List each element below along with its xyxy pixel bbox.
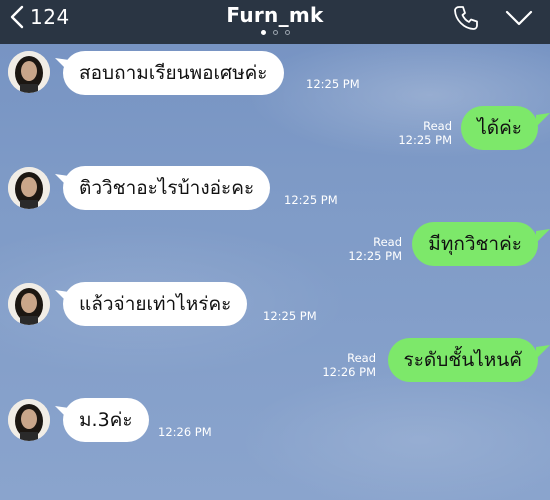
message-meta: Read 12:25 PM [398, 119, 452, 147]
message-time: 12:25 PM [263, 309, 317, 323]
chevron-down-icon[interactable] [505, 8, 533, 28]
message-time: 12:25 PM [284, 193, 338, 207]
message-time: 12:26 PM [158, 425, 212, 439]
message-time: 12:25 PM [306, 77, 360, 91]
message-meta: Read 12:26 PM [322, 351, 376, 379]
avatar[interactable] [8, 399, 50, 441]
message-row: ติววิชาอะไรบ้างอ่ะคะ 12:25 PM [0, 166, 550, 212]
message-row: Read 12:25 PM ได้ค่ะ [0, 106, 550, 152]
message-row: ม.3ค่ะ 12:26 PM [0, 398, 550, 444]
avatar-photo [8, 283, 50, 325]
message-bubble[interactable]: ม.3ค่ะ [63, 398, 149, 442]
bubble-tail [536, 113, 550, 127]
avatar[interactable] [8, 167, 50, 209]
bubble-tail [536, 345, 550, 359]
message-row: Read 12:25 PM มีทุกวิชาค่ะ [0, 222, 550, 268]
phone-icon[interactable] [452, 4, 480, 32]
chat-header: 124 Furn_mk [0, 0, 550, 44]
avatar-photo [8, 399, 50, 441]
message-meta: Read 12:25 PM [348, 235, 402, 263]
message-time: 12:25 PM [398, 133, 452, 147]
page-dot [260, 30, 266, 35]
message-bubble[interactable]: ระดับชั้นไหนคั [387, 338, 538, 382]
page-dot [284, 30, 290, 35]
avatar[interactable] [8, 51, 50, 93]
message-bubble[interactable]: แล้วจ่ายเท่าไหร่คะ [63, 282, 248, 326]
read-status: Read [347, 351, 376, 365]
message-row: สอบถามเรียนพอเศษค่ะ 12:25 PM [0, 50, 550, 96]
message-row: แล้วจ่ายเท่าไหร่คะ 12:25 PM [0, 282, 550, 328]
message-bubble[interactable]: ติววิชาอะไรบ้างอ่ะคะ [63, 166, 271, 210]
avatar-photo [8, 167, 50, 209]
read-status: Read [423, 119, 452, 133]
message-bubble[interactable]: สอบถามเรียนพอเศษค่ะ [63, 51, 284, 95]
avatar[interactable] [8, 283, 50, 325]
avatar-photo [8, 51, 50, 93]
bubble-tail [536, 229, 550, 243]
read-status: Read [373, 235, 402, 249]
message-time: 12:25 PM [348, 249, 402, 263]
page-dot [272, 30, 278, 35]
message-row: Read 12:26 PM ระดับชั้นไหนคั [0, 338, 550, 384]
message-time: 12:26 PM [322, 365, 376, 379]
message-bubble[interactable]: มีทุกวิชาค่ะ [412, 222, 538, 266]
message-bubble[interactable]: ได้ค่ะ [461, 106, 538, 150]
